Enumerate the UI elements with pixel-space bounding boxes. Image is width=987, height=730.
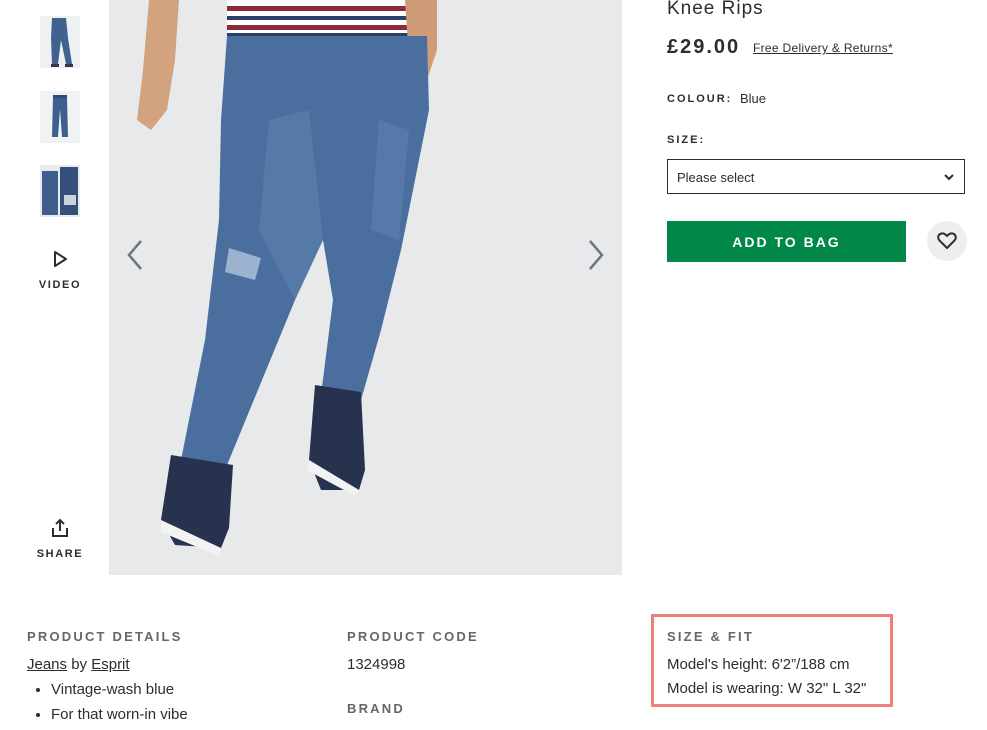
category-brand-line: Jeans by Esprit	[27, 656, 130, 673]
save-for-later-button[interactable]	[927, 221, 967, 261]
brand-link[interactable]: Esprit	[91, 656, 129, 673]
product-price: £29.00	[667, 36, 741, 58]
size-select-value: Please select	[677, 170, 755, 185]
share-label: SHARE	[36, 548, 84, 560]
size-select[interactable]: Please select	[667, 159, 965, 194]
by-text: by	[71, 656, 88, 673]
chevron-down-icon	[944, 174, 954, 181]
product-main-image	[109, 0, 622, 575]
share-button[interactable]: SHARE	[30, 518, 90, 564]
colour-label: COLOUR:	[667, 93, 733, 105]
size-fit-highlight	[651, 614, 893, 707]
chevron-right-icon	[589, 240, 604, 270]
product-details-heading: PRODUCT DETAILS	[27, 629, 183, 644]
list-item: Vintage-wash blue	[51, 680, 188, 705]
free-delivery-link[interactable]: Free Delivery & Returns*	[753, 41, 893, 55]
thumbnail-1[interactable]	[40, 16, 80, 68]
next-image-button[interactable]	[580, 235, 610, 275]
brand-heading: BRAND	[347, 701, 405, 716]
category-link[interactable]: Jeans	[27, 656, 67, 673]
size-label: SIZE:	[667, 134, 706, 146]
product-code-heading: PRODUCT CODE	[347, 629, 479, 644]
add-to-bag-button[interactable]: ADD TO BAG	[667, 221, 906, 262]
video-button[interactable]: VIDEO	[30, 248, 90, 298]
chevron-left-icon	[127, 240, 142, 270]
video-label: VIDEO	[38, 279, 82, 291]
previous-image-button[interactable]	[121, 235, 151, 275]
heart-icon	[937, 232, 957, 249]
product-code-value: 1324998	[347, 656, 406, 673]
product-details-list: Vintage-wash blue For that worn-in vibe	[27, 680, 188, 730]
colour-value: Blue	[740, 91, 767, 106]
product-title: Knee Rips	[667, 0, 764, 19]
thumbnail-3[interactable]	[40, 165, 80, 217]
thumbnail-2[interactable]	[40, 91, 80, 143]
list-item: For that worn-in vibe	[51, 705, 188, 730]
share-icon	[52, 518, 68, 537]
play-icon	[54, 251, 67, 267]
